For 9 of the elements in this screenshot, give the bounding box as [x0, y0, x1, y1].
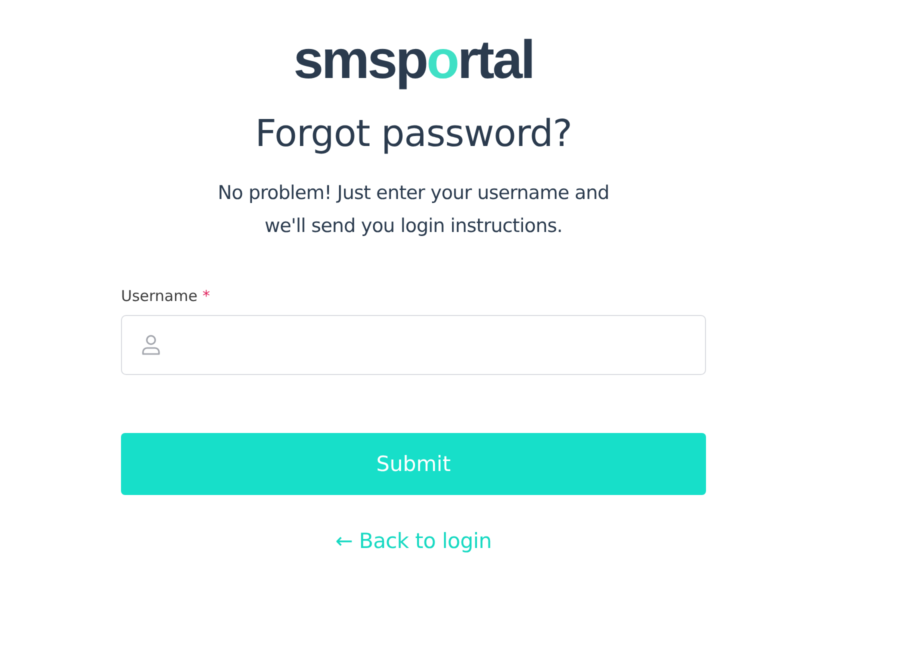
username-field[interactable]	[121, 315, 706, 375]
submit-button[interactable]: Submit	[121, 433, 706, 495]
description-text: No problem! Just enter your username and we'll send you login instructions.	[218, 181, 610, 239]
user-icon	[141, 334, 161, 356]
required-mark: *	[202, 287, 210, 305]
page-heading: Forgot password?	[255, 112, 572, 155]
field-label: Username	[121, 287, 198, 305]
logo: smsportal	[293, 30, 534, 90]
back-to-login-link[interactable]: ← Back to login	[335, 529, 492, 553]
